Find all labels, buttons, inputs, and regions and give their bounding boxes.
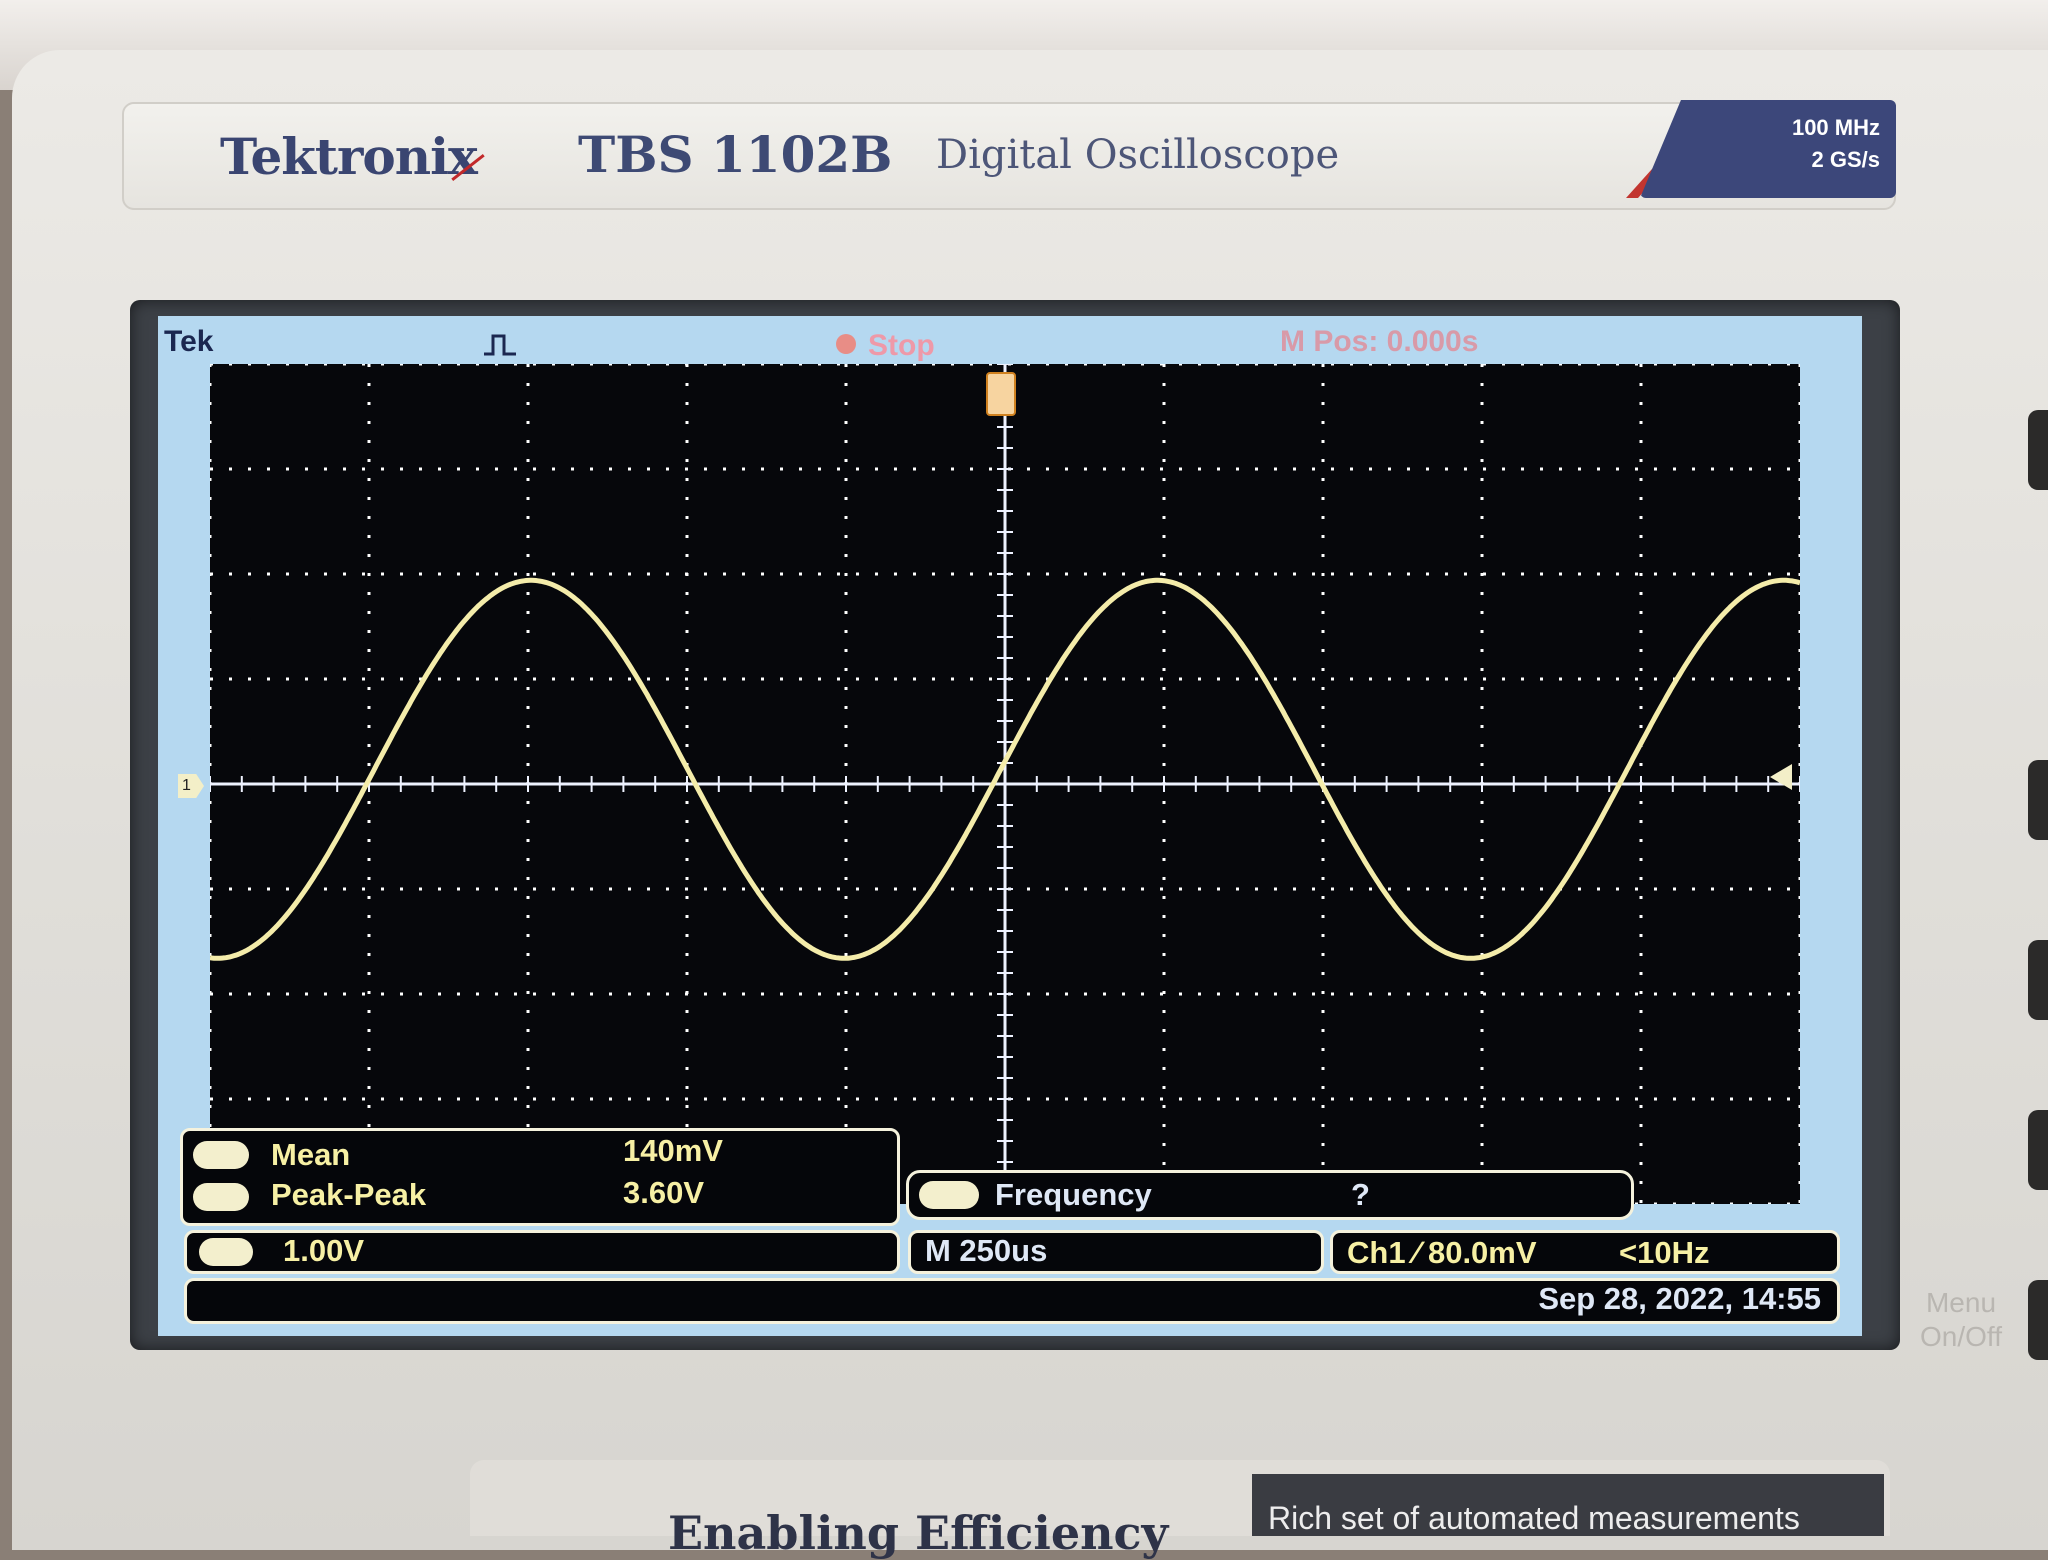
menu-label-line2: On/Off [1920,1321,2002,1352]
datetime-value: Sep 28, 2022, 14:55 [1538,1281,1821,1316]
slogan-text: Enabling Efficiency [668,1506,1169,1560]
measurement-2-value: 3.60V [623,1175,705,1210]
graticule [210,364,1800,1204]
option-button-2[interactable] [2028,760,2048,840]
datetime-panel: Sep 28, 2022, 14:55 [184,1278,1840,1324]
trigger-mode-icon [482,332,518,363]
model-name: TBS 1102B [578,125,893,184]
measurement-1-indicator [193,1141,249,1169]
waveform-plot [210,364,1800,1204]
spec-badge-text: 100 MHz 2 GS/s [1690,112,1880,176]
trigger-source-level: Ch1 ∕ 80.0mV [1347,1235,1537,1270]
measurement-1-value: 140mV [623,1133,723,1168]
measurement-2-name: Peak-Peak [271,1177,427,1212]
frequency-indicator [919,1181,979,1209]
brand-logo: Tektronix [220,127,478,186]
timebase-panel: M 250us [908,1230,1324,1274]
menu-on-off-button[interactable] [2028,1280,2048,1360]
measurement-2-indicator [193,1183,249,1211]
measurement-panel: Mean 140mV Peak-Peak 3.60V [180,1128,900,1226]
option-button-4[interactable] [2028,1110,2048,1190]
frequency-panel: Frequency ? [906,1170,1634,1220]
spec-bandwidth: 100 MHz [1791,115,1880,140]
caption-text: Rich set of automated measurements [1268,1500,1800,1536]
ch1-volts-per-div: 1.00V [283,1233,365,1268]
horizontal-position: M Pos: 0.000s [1280,325,1479,358]
menu-label-line1: Menu [1925,1287,1997,1318]
trigger-panel: Ch1 ∕ 80.0mV <10Hz [1330,1230,1840,1274]
frequency-value: ? [1351,1177,1370,1212]
trigger-position-marker [986,372,1016,416]
ch1-scale-panel: 1.00V [184,1230,900,1274]
timebase-value: M 250us [925,1233,1048,1268]
option-button-3[interactable] [2028,940,2048,1020]
option-button-1[interactable] [2028,410,2048,490]
device-subtitle: Digital Oscilloscope [936,132,1340,178]
trigger-frequency: <10Hz [1619,1235,1710,1270]
tek-label: Tek [164,325,214,358]
acquisition-state: Stop [868,329,935,362]
frequency-name: Frequency [995,1177,1152,1212]
menu-on-off-label: Menu On/Off [1906,1286,2016,1354]
spec-sample-rate: 2 GS/s [1811,147,1880,172]
measurement-1-name: Mean [271,1137,351,1172]
acquisition-state-icon [836,334,856,354]
ch1-indicator [199,1238,253,1266]
